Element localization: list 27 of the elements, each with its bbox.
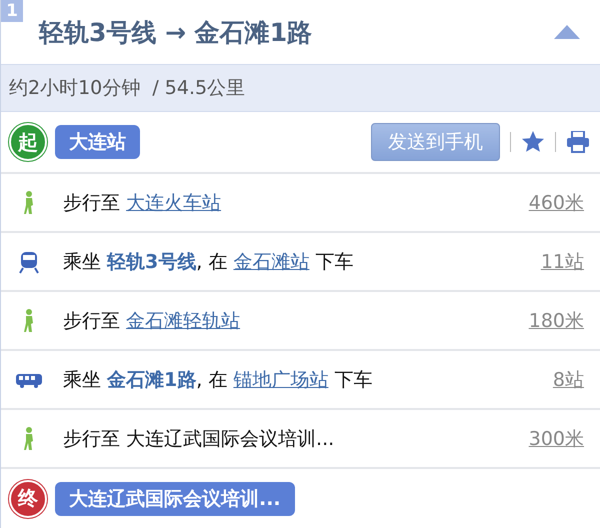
print-icon[interactable]: [566, 131, 590, 153]
end-station-label: 大连辽武国际会议培训...: [55, 482, 295, 516]
step-distance-link[interactable]: 180米: [528, 308, 584, 334]
end-marker: 终: [9, 480, 47, 518]
station-link[interactable]: 大连火车站: [126, 192, 222, 214]
step-distance-link[interactable]: 11站: [540, 248, 584, 274]
step-text: 步行至 大连辽武国际会议培训...: [63, 426, 336, 452]
start-station-label: 大连站: [55, 125, 140, 159]
route-title: 轻轨3号线 → 金石滩1路: [39, 16, 314, 48]
train-icon: [17, 250, 41, 274]
step-distance-link[interactable]: 8站: [552, 366, 584, 392]
step-text: 步行至 金石滩轻轨站: [63, 308, 242, 334]
station-link[interactable]: 金石滩站: [233, 250, 310, 272]
star-icon[interactable]: [521, 130, 545, 154]
start-marker: 起: [9, 123, 47, 161]
bus-icon: [16, 372, 42, 388]
route-number-badge: 1: [1, 0, 23, 22]
step-text: 乘坐 金石滩1路, 在 锚地广场站 下车: [63, 368, 374, 392]
collapse-icon[interactable]: [554, 25, 580, 39]
step-text: 乘坐 轻轨3号线, 在 金石滩站 下车: [63, 250, 354, 274]
step-distance-link[interactable]: 460米: [528, 190, 584, 216]
station-link[interactable]: 金石滩轻轨站: [126, 310, 240, 332]
send-to-phone-button[interactable]: 发送到手机: [371, 123, 500, 161]
step-text: 步行至 大连火车站: [63, 190, 222, 216]
step-distance-link[interactable]: 300米: [528, 426, 584, 452]
station-link[interactable]: 锚地广场站: [233, 368, 328, 390]
trip-summary: 约2小时10分钟 / 54.5公里: [9, 76, 246, 101]
